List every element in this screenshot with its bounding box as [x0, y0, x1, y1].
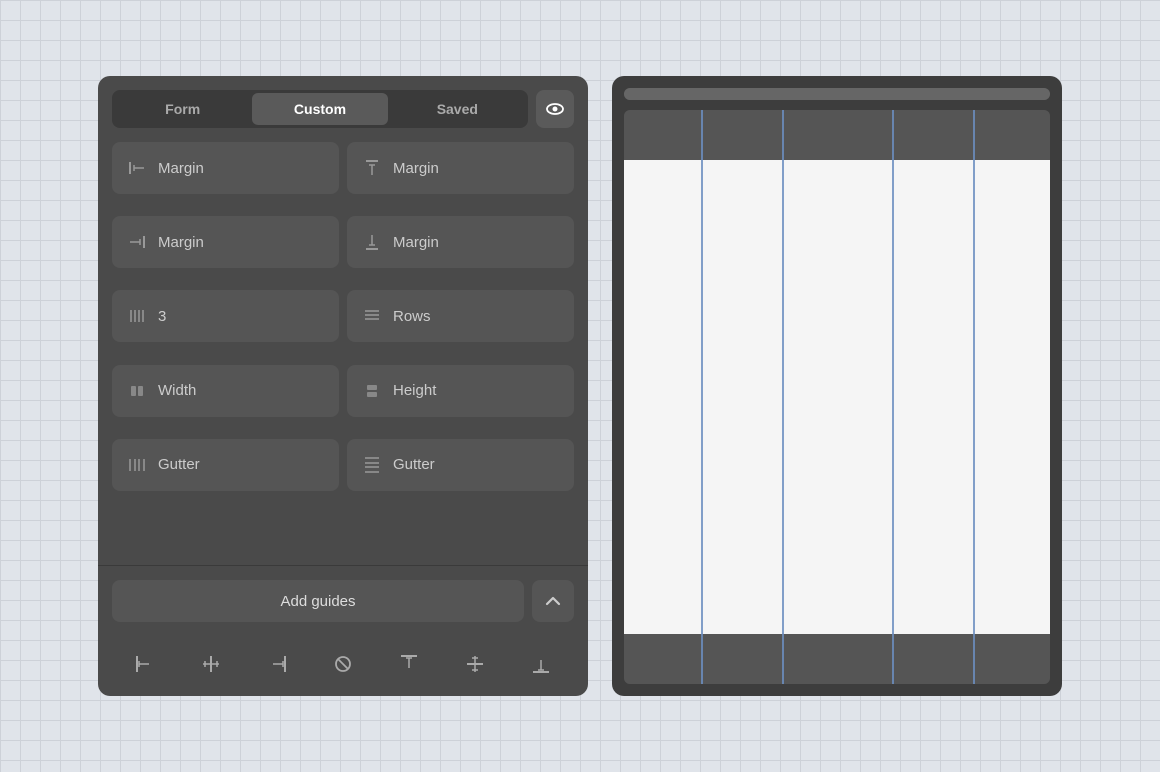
right-margin-icon — [126, 231, 148, 253]
tab-group: Form Custom Saved — [112, 90, 528, 128]
align-top-icon — [398, 653, 420, 675]
gutter-h-label: Gutter — [158, 456, 200, 473]
left-margin-label: Margin — [158, 160, 204, 177]
align-left-icon — [134, 653, 156, 675]
field-columns[interactable]: 3 — [112, 290, 339, 342]
eye-icon — [545, 99, 565, 119]
width-label: Width — [158, 382, 196, 399]
align-right-icon — [266, 653, 288, 675]
left-panel: Form Custom Saved Margin — [98, 76, 588, 696]
rows-icon — [361, 305, 383, 327]
preview-canvas — [624, 110, 1050, 684]
height-label: Height — [393, 382, 436, 399]
align-center-h-button[interactable] — [193, 646, 229, 682]
align-bottom-button[interactable] — [523, 646, 559, 682]
field-gutter-h[interactable]: Gutter — [112, 439, 339, 491]
align-middle-v-button[interactable] — [457, 646, 493, 682]
gutter-v-icon — [361, 454, 383, 476]
height-icon — [361, 380, 383, 402]
canvas-bottom-bar — [624, 634, 1050, 684]
toolbar-bar — [98, 636, 588, 696]
bottom-margin-icon — [361, 231, 383, 253]
field-height[interactable]: Height — [347, 365, 574, 417]
field-right-margin[interactable]: Margin — [112, 216, 339, 268]
fields-area: Margin Margin Margin — [98, 128, 588, 505]
field-gutter-v[interactable]: Gutter — [347, 439, 574, 491]
right-margin-label: Margin — [158, 234, 204, 251]
bottom-bar: Add guides — [98, 565, 588, 636]
preview-scrollbar[interactable] — [624, 88, 1050, 100]
right-panel — [612, 76, 1062, 696]
collapse-icon — [544, 592, 562, 610]
field-top-margin[interactable]: Margin — [347, 142, 574, 194]
add-guides-button[interactable]: Add guides — [112, 580, 524, 622]
align-center-h-icon — [200, 653, 222, 675]
eye-button[interactable] — [536, 90, 574, 128]
columns-icon — [126, 305, 148, 327]
left-margin-icon — [126, 157, 148, 179]
field-left-margin[interactable]: Margin — [112, 142, 339, 194]
scrollbar-thumb — [624, 88, 1050, 100]
guide-line-1 — [701, 110, 703, 684]
guide-line-3 — [892, 110, 894, 684]
tab-saved[interactable]: Saved — [390, 93, 525, 125]
top-margin-label: Margin — [393, 160, 439, 177]
field-rows[interactable]: Rows — [347, 290, 574, 342]
guide-line-2 — [782, 110, 784, 684]
width-icon — [126, 380, 148, 402]
gutter-v-label: Gutter — [393, 456, 435, 473]
field-bottom-margin[interactable]: Margin — [347, 216, 574, 268]
bottom-margin-label: Margin — [393, 234, 439, 251]
collapse-button[interactable] — [532, 580, 574, 622]
align-left-button[interactable] — [127, 646, 163, 682]
tab-form[interactable]: Form — [115, 93, 250, 125]
no-align-button[interactable] — [325, 646, 361, 682]
guide-line-4 — [973, 110, 975, 684]
canvas-content — [624, 160, 1050, 634]
align-middle-v-icon — [464, 653, 486, 675]
align-top-button[interactable] — [391, 646, 427, 682]
tab-custom[interactable]: Custom — [252, 93, 387, 125]
align-right-button[interactable] — [259, 646, 295, 682]
gutter-h-icon — [126, 454, 148, 476]
rows-label: Rows — [393, 308, 431, 325]
canvas-top-bar — [624, 110, 1050, 160]
field-width[interactable]: Width — [112, 365, 339, 417]
no-align-icon — [332, 653, 354, 675]
align-bottom-icon — [530, 653, 552, 675]
tab-bar: Form Custom Saved — [98, 76, 588, 128]
columns-label: 3 — [158, 308, 166, 325]
top-margin-icon — [361, 157, 383, 179]
